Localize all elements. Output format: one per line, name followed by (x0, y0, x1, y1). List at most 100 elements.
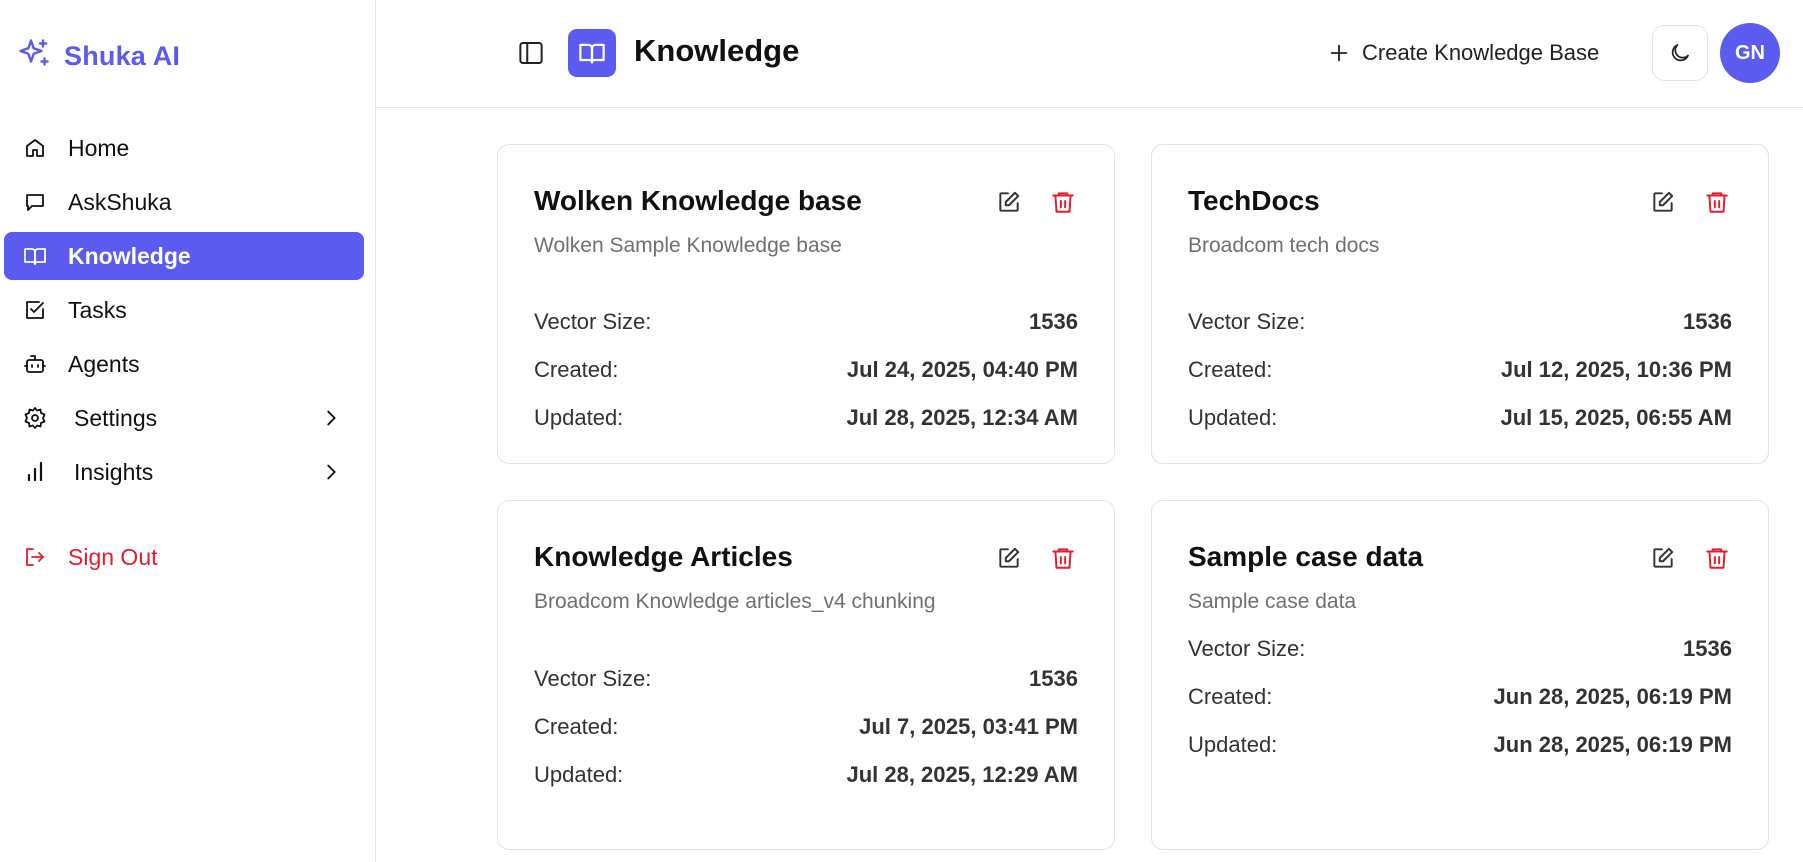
sidebar-item-settings[interactable]: Settings (4, 394, 364, 442)
knowledge-card[interactable]: TechDocs Broadcom tech docs Vector Size:… (1151, 144, 1769, 464)
delete-button[interactable] (1050, 189, 1076, 215)
edit-button[interactable] (1650, 545, 1676, 571)
updated-row: Updated: Jun 28, 2025, 06:19 PM (1188, 721, 1732, 769)
updated-label: Updated: (534, 762, 624, 787)
created-label: Created: (534, 357, 619, 382)
log-out-icon (22, 544, 48, 570)
card-metadata: Vector Size: 1536 Created: Jul 12, 2025,… (1188, 298, 1732, 442)
vector-size-row: Vector Size: 1536 (534, 298, 1078, 346)
gear-icon (22, 405, 48, 431)
sign-out-container: Sign Out (4, 533, 364, 587)
knowledge-card[interactable]: Knowledge Articles Broadcom Knowledge ar… (497, 500, 1115, 850)
vector-size-row: Vector Size: 1536 (534, 655, 1078, 703)
trash-icon (1706, 548, 1728, 569)
sign-out-button[interactable]: Sign Out (4, 533, 364, 581)
create-knowledge-base-button[interactable]: Create Knowledge Base (1328, 32, 1599, 74)
page-icon (568, 29, 616, 77)
updated-label: Updated: (534, 405, 624, 430)
knowledge-card[interactable]: Wolken Knowledge base Wolken Sample Know… (497, 144, 1115, 464)
created-row: Created: Jul 7, 2025, 03:41 PM (534, 703, 1078, 751)
top-bar: Knowledge Create Knowledge Base GN (376, 0, 1803, 108)
vector-size-value: 1536 (1029, 309, 1078, 334)
sidebar-item-label: Insights (74, 458, 154, 485)
updated-value: Jul 28, 2025, 12:29 AM (846, 762, 1078, 787)
knowledge-card[interactable]: Sample case data Sample case data Vector… (1151, 500, 1769, 850)
sidebar-item-label: AskShuka (68, 188, 172, 215)
updated-value: Jul 28, 2025, 12:34 AM (846, 405, 1078, 430)
updated-row: Updated: Jul 15, 2025, 06:55 AM (1188, 394, 1732, 442)
updated-label: Updated: (1188, 732, 1278, 757)
edit-icon (1653, 547, 1674, 568)
sidebar-item-home[interactable]: Home (4, 124, 364, 172)
edit-icon (999, 547, 1020, 568)
edit-button[interactable] (996, 189, 1022, 215)
card-actions (1650, 189, 1730, 215)
vector-size-label: Vector Size: (534, 666, 652, 691)
trash-icon (1052, 548, 1074, 569)
vector-size-value: 1536 (1029, 666, 1078, 691)
delete-button[interactable] (1704, 189, 1730, 215)
square-check-icon (22, 297, 48, 323)
sidebar-item-label: Settings (74, 404, 158, 431)
created-value: Jul 12, 2025, 10:36 PM (1500, 357, 1732, 382)
delete-button[interactable] (1704, 545, 1730, 571)
card-title: Wolken Knowledge base (534, 185, 862, 216)
sidebar-item-askshuka[interactable]: AskShuka (4, 178, 364, 226)
updated-value: Jun 28, 2025, 06:19 PM (1493, 732, 1732, 757)
edit-button[interactable] (996, 545, 1022, 571)
card-actions (996, 545, 1076, 571)
vector-size-row: Vector Size: 1536 (1188, 298, 1732, 346)
edit-button[interactable] (1650, 189, 1676, 215)
theme-toggle-button[interactable] (1652, 25, 1708, 81)
updated-label: Updated: (1188, 405, 1278, 430)
card-metadata: Vector Size: 1536 Created: Jul 7, 2025, … (534, 655, 1078, 799)
panel-left-icon (519, 42, 543, 64)
created-value: Jul 7, 2025, 03:41 PM (859, 714, 1078, 739)
moon-icon (1671, 44, 1689, 62)
trash-icon (1706, 192, 1728, 213)
delete-button[interactable] (1050, 545, 1076, 571)
bar-chart-icon (22, 459, 48, 485)
chevron-right-icon[interactable] (320, 461, 342, 483)
created-row: Created: Jun 28, 2025, 06:19 PM (1188, 673, 1732, 721)
create-knowledge-base-label: Create Knowledge Base (1362, 40, 1600, 65)
chevron-right-icon[interactable] (320, 407, 342, 429)
main-content: Knowledge Create Knowledge Base GN Wolke… (376, 0, 1803, 862)
brand-logo[interactable]: Shuka AI (16, 36, 180, 77)
card-actions (996, 189, 1076, 215)
created-value: Jul 24, 2025, 04:40 PM (846, 357, 1078, 382)
card-description: Sample case data (1188, 590, 1357, 613)
sidebar-item-tasks[interactable]: Tasks (4, 286, 364, 334)
avatar[interactable]: GN (1720, 23, 1780, 83)
card-metadata: Vector Size: 1536 Created: Jun 28, 2025,… (1188, 625, 1732, 769)
created-row: Created: Jul 12, 2025, 10:36 PM (1188, 346, 1732, 394)
sidebar-nav: Home AskShuka Knowledge Tasks Agents Set… (4, 124, 364, 502)
sidebar-item-knowledge[interactable]: Knowledge (4, 232, 364, 280)
created-row: Created: Jul 24, 2025, 04:40 PM (534, 346, 1078, 394)
sidebar-item-insights[interactable]: Insights (4, 448, 364, 496)
message-square-icon (22, 189, 48, 215)
edit-icon (1653, 191, 1674, 212)
sidebar-item-label: Tasks (68, 296, 127, 323)
created-label: Created: (1188, 684, 1273, 709)
book-open-icon (579, 43, 605, 64)
vector-size-label: Vector Size: (1188, 309, 1306, 334)
card-description: Broadcom tech docs (1188, 234, 1380, 257)
sidebar-item-label: Agents (68, 350, 140, 377)
vector-size-value: 1536 (1683, 309, 1732, 334)
updated-value: Jul 15, 2025, 06:55 AM (1500, 405, 1732, 430)
vector-size-value: 1536 (1683, 636, 1732, 661)
sidebar-toggle-button[interactable] (516, 38, 546, 68)
card-description: Wolken Sample Knowledge base (534, 234, 842, 257)
updated-row: Updated: Jul 28, 2025, 12:29 AM (534, 751, 1078, 799)
card-title: Sample case data (1188, 541, 1424, 572)
sidebar-item-agents[interactable]: Agents (4, 340, 364, 388)
book-open-icon (22, 243, 48, 269)
card-description: Broadcom Knowledge articles_v4 chunking (534, 590, 936, 613)
created-label: Created: (534, 714, 619, 739)
card-actions (1650, 545, 1730, 571)
home-icon (22, 135, 48, 161)
sparkle-icon (16, 36, 52, 77)
bot-icon (22, 351, 48, 377)
created-label: Created: (1188, 357, 1273, 382)
